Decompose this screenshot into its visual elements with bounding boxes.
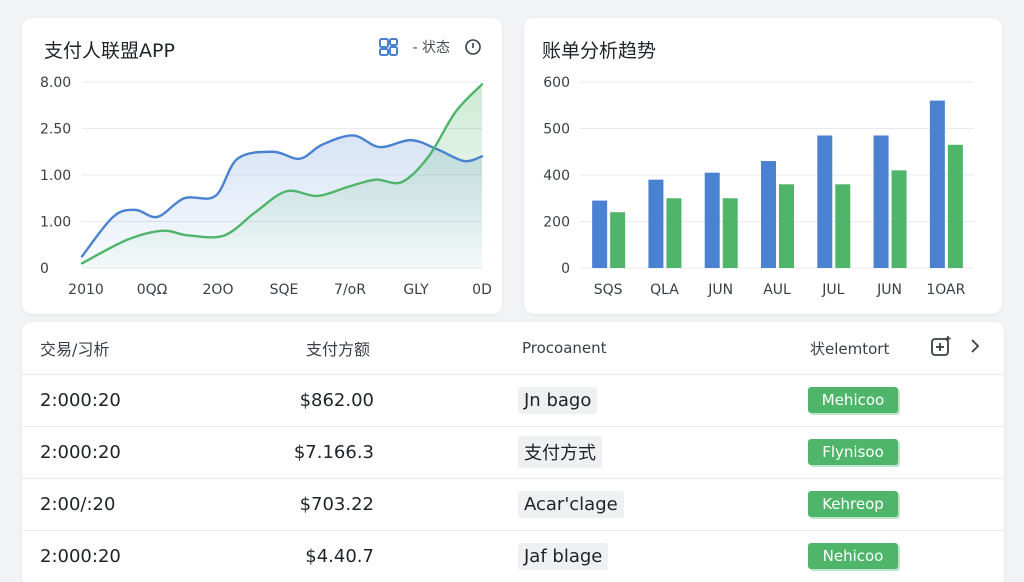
cell-method: Acar'clage [518,478,624,530]
bar[interactable] [779,184,794,268]
x-tick-label: 7/oR [334,282,366,298]
y-tick-label: 600 [543,75,570,91]
x-tick-label: GLY [403,282,429,298]
cell-amount: $703.22 [299,493,374,515]
status-badge[interactable]: Mehicoo [808,387,898,413]
table-header: 交易/习析 支付方额 Procoanent 状elemtort [22,322,1004,375]
bar[interactable] [929,100,945,268]
x-tick-label: AUL [763,282,791,298]
header-icons [930,322,982,374]
x-tick-label: JUL [821,282,844,298]
cell-status: Nehicoo [808,530,898,582]
cell-method: Jn bago [518,374,598,426]
header-status[interactable]: 状elemtort [810,322,889,374]
table-row[interactable]: 2:000:20 $7.166.3 支付方式 Flynisoo [22,426,1004,479]
cell-method: 支付方式 [518,426,602,478]
y-tick-label: 500 [543,122,570,138]
bill-analysis-panel: 账单分析趋势 600 500 400 200 0 SQS QLA JUN AUL JUL JUN 1O… [524,18,1002,314]
status-badge[interactable]: Flynisoo [808,439,898,465]
y-tick-label: 8.00 [40,75,71,91]
bar-chart: 600 500 400 200 0 SQS QLA JUN AUL JUL JUN 1OAR [543,75,974,298]
x-tick-label: 1OAR [926,282,965,298]
x-tick-label: QLA [650,282,679,298]
bar[interactable] [722,198,738,268]
y-tick-label: 0 [561,261,570,277]
bar[interactable] [891,170,907,268]
x-tick-label: JUN [876,282,902,298]
method-chip: Jaf blage [518,542,609,570]
status-badge[interactable]: Kehreop [808,491,898,517]
y-tick-label: 1.00 [40,215,71,231]
header-method[interactable]: Procoanent [522,322,607,374]
y-tick-label: 400 [543,168,570,184]
x-tick-label: 0D [472,282,492,298]
status-badge[interactable]: Nehicoo [808,543,898,569]
y-tick-label: 200 [543,215,570,231]
bar[interactable] [761,161,776,268]
bar[interactable] [947,144,963,268]
transactions-table: 交易/习析 支付方额 Procoanent 状elemtort 2:000:20… [22,322,1004,582]
table-row[interactable]: 2:000:20 $862.00 Jn bago Mehicoo [22,374,1004,427]
cell-time: 2:00/:20 [40,493,116,515]
bar[interactable] [648,179,664,268]
bar[interactable] [666,198,682,268]
cell-time: 2:000:20 [40,545,121,567]
cell-status: Mehicoo [808,374,898,426]
method-chip: Acar'clage [518,490,624,518]
bar[interactable] [835,184,851,268]
cell-time: 2:000:20 [40,441,121,463]
x-tick-label: JUN [707,282,733,298]
header-amount[interactable]: 支付方额 [306,322,370,374]
x-tick-label: SQS [594,282,623,298]
cell-amount: $862.00 [299,389,374,411]
cell-amount: $4.40.7 [305,545,374,567]
table-row[interactable]: 2:000:20 $4.40.7 Jaf blage Nehicoo [22,530,1004,582]
cell-time: 2:000:20 [40,389,121,411]
bar[interactable] [817,135,833,268]
cell-status: Kehreop [808,478,898,530]
bar[interactable] [704,172,720,268]
x-tick-label: 2010 [68,282,104,298]
method-chip: 支付方式 [518,436,602,468]
cell-status: Flynisoo [808,426,898,478]
table-row[interactable]: 2:00/:20 $703.22 Acar'clage Kehreop [22,478,1004,531]
cell-method: Jaf blage [518,530,609,582]
method-chip: Jn bago [518,386,598,414]
y-tick-label: 1.00 [40,168,71,184]
bar[interactable] [592,200,608,268]
y-tick-label: 2.50 [40,122,71,138]
bar[interactable] [873,135,889,268]
y-tick-label: 0 [40,261,49,277]
x-tick-label: 0QΩ [137,282,168,298]
x-tick-label: 2OO [203,282,234,298]
chevron-right-icon[interactable] [968,338,982,358]
payment-app-panel: 支付人联盟APP - 状态 8.00 2.50 1.00 1.00 0 2010 0QΩ 2O… [22,18,502,314]
header-time[interactable]: 交易/习析 [40,322,109,374]
line-chart: 8.00 2.50 1.00 1.00 0 2010 0QΩ 2OO SQE 7/oR GLY 0D [40,75,492,298]
bar[interactable] [610,212,626,268]
cell-amount: $7.166.3 [293,441,374,463]
add-widget-icon[interactable] [930,335,952,361]
x-tick-label: SQE [270,282,299,298]
